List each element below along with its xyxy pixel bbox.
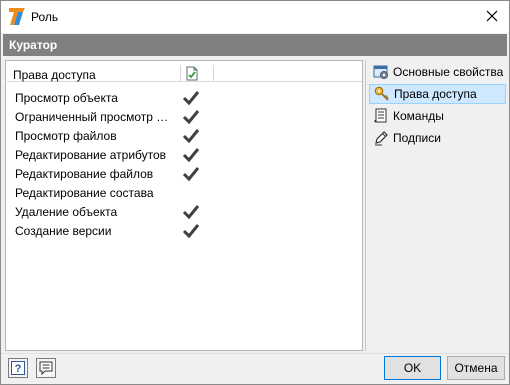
app-logo-icon	[9, 8, 25, 25]
permission-label: Удаление объекта	[15, 205, 118, 219]
nav-item-properties[interactable]: Основные свойства	[369, 62, 506, 82]
help-icon: ?	[11, 361, 25, 375]
checkmark-icon[interactable]	[182, 223, 200, 239]
role-name-header: Куратор	[3, 34, 507, 56]
close-button[interactable]	[475, 1, 509, 31]
ok-button[interactable]: OK	[384, 356, 441, 380]
permission-label: Ограниченный просмотр объекта	[15, 110, 173, 124]
help-button[interactable]: ?	[8, 358, 28, 378]
nav-item-label: Права доступа	[394, 87, 477, 101]
checkmark-icon[interactable]	[182, 109, 200, 125]
permission-label: Редактирование атрибутов	[15, 148, 167, 162]
permission-row[interactable]: Редактирование состава	[7, 184, 362, 203]
panel-divider	[365, 60, 366, 351]
permission-row[interactable]: Ограниченный просмотр объекта	[7, 108, 362, 127]
permission-label: Просмотр файлов	[15, 129, 117, 143]
close-icon	[486, 10, 498, 22]
nav-item-label: Подписи	[393, 131, 441, 145]
commands-icon	[374, 108, 387, 123]
permission-label: Редактирование файлов	[15, 167, 154, 181]
checkmark-icon[interactable]	[182, 166, 200, 182]
permissions-grid: Права доступа Просмотр объекта Ограничен…	[5, 60, 363, 351]
column-separator	[213, 65, 214, 81]
pen-icon	[375, 131, 388, 146]
permission-row[interactable]: Редактирование атрибутов	[7, 146, 362, 165]
permission-label: Создание версии	[15, 224, 112, 238]
permission-row[interactable]: Редактирование файлов	[7, 165, 362, 184]
column-separator	[180, 65, 181, 81]
nav-item-commands[interactable]: Команды	[369, 106, 506, 126]
nav-item-label: Основные свойства	[393, 65, 504, 79]
checkmark-icon[interactable]	[182, 128, 200, 144]
checkmark-icon[interactable]	[182, 204, 200, 220]
permission-row[interactable]: Просмотр объекта	[7, 89, 362, 108]
title-bar: Роль	[1, 1, 509, 33]
svg-text:?: ?	[15, 363, 22, 375]
permission-row[interactable]: Просмотр файлов	[7, 127, 362, 146]
footer-divider	[1, 353, 509, 354]
permission-label: Просмотр объекта	[15, 91, 118, 105]
comment-button[interactable]	[36, 358, 56, 378]
checkmark-icon[interactable]	[182, 147, 200, 163]
nav-item-signatures[interactable]: Подписи	[369, 128, 506, 148]
nav-item-label: Команды	[393, 109, 444, 123]
key-icon	[374, 86, 389, 101]
properties-icon	[373, 65, 388, 79]
cancel-button[interactable]: Отмена	[447, 356, 505, 380]
empty-check-cell[interactable]	[182, 185, 200, 201]
checkmark-icon[interactable]	[182, 90, 200, 106]
grant-column-icon[interactable]	[185, 66, 199, 81]
comment-icon	[39, 361, 53, 375]
permission-row[interactable]: Удаление объекта	[7, 203, 362, 222]
column-header-permissions: Права доступа	[13, 68, 96, 82]
role-dialog: Роль Куратор Права доступа Просмотр объе…	[0, 0, 510, 385]
grid-header: Права доступа	[7, 62, 362, 82]
nav-item-access-rights[interactable]: Права доступа	[369, 84, 506, 104]
permission-label: Редактирование состава	[15, 186, 154, 200]
permission-row[interactable]: Создание версии	[7, 222, 362, 241]
window-title: Роль	[31, 10, 59, 24]
